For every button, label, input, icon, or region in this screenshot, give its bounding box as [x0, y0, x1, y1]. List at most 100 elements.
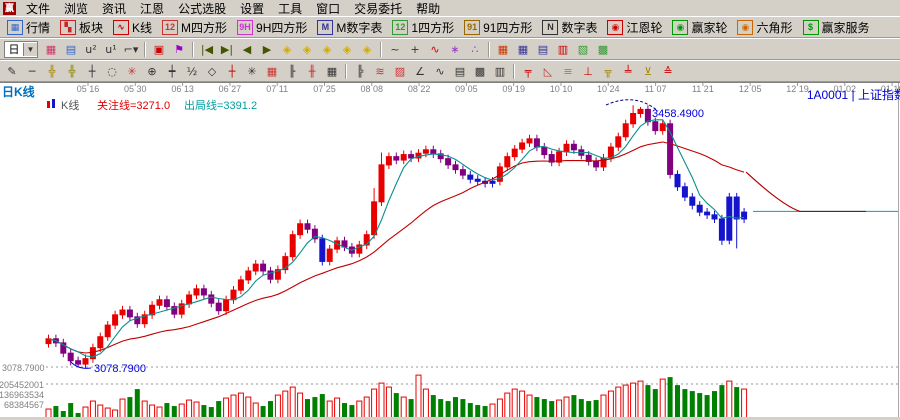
frame-icon[interactable]: ▣ [149, 41, 169, 58]
chevron-down-icon[interactable]: ▼ [23, 42, 37, 56]
cloud-icon[interactable]: ∴ [465, 41, 485, 58]
menu-item-5[interactable]: 公式选股 [171, 0, 233, 18]
half-ratio-icon[interactable]: ½ [182, 63, 202, 80]
candle-body [163, 299, 170, 308]
adjust-half-icon[interactable]: u² [81, 41, 101, 58]
export-icon[interactable]: ▧ [573, 41, 593, 58]
kline-chart[interactable]: 05 16 05 30 06 13 06 27 07 11 07 25 08 08 08 22… [0, 83, 900, 420]
fib-time-icon[interactable]: ╠ [350, 63, 370, 80]
gann-square-icon[interactable]: ╬ [42, 63, 62, 80]
regression-icon[interactable]: ╧ [618, 63, 638, 80]
volume-bar [675, 385, 680, 420]
time-ruler-icon[interactable]: ╟ [282, 63, 302, 80]
candle-body [504, 156, 511, 168]
toolbar-button-quotes[interactable]: ▦ 行情 [2, 17, 55, 38]
nav-first-icon[interactable]: |◀ [197, 41, 217, 58]
gann-fan-icon[interactable]: ✳ [122, 63, 142, 80]
toolbar-button-kline[interactable]: ∿ K线 [108, 17, 157, 38]
menu-item-6[interactable]: 设置 [233, 0, 271, 18]
toolbar-button-gann-wheel[interactable]: ◉ 江恩轮 [602, 17, 667, 38]
diamond-left-icon[interactable]: ◈ [277, 41, 297, 58]
volume-bar [186, 399, 193, 420]
adjust-one-icon[interactable]: u¹ [101, 41, 121, 58]
red-cross-icon[interactable]: ┼ [222, 63, 242, 80]
symbol-label: 1A0001 | 上证指数 [807, 87, 900, 102]
wave-icon[interactable]: ~ [385, 41, 405, 58]
menu-item-9[interactable]: 交易委托 [347, 0, 409, 18]
channel-icon[interactable]: ╦ [598, 63, 618, 80]
toolbar-button-m-number-table[interactable]: M M数字表 [312, 17, 387, 38]
toolbar-button-sectors[interactable]: ▚ 板块 [55, 17, 108, 38]
bar-set-icon[interactable]: ▥ [490, 63, 510, 80]
menu-item-3[interactable]: 资讯 [95, 0, 133, 18]
save-icon[interactable]: ▥ [553, 41, 573, 58]
cycle-arc-icon[interactable]: ◌ [102, 63, 122, 80]
notebook-icon[interactable]: ▤ [533, 41, 553, 58]
candle-body [223, 299, 230, 312]
box-grid-icon[interactable]: ▦ [322, 63, 342, 80]
speed-line-icon[interactable]: ⊥ [578, 63, 598, 80]
toolbar-button-91-square[interactable]: 91 91四方形 [459, 17, 537, 38]
diamond-tool-icon[interactable]: ◇ [202, 63, 222, 80]
flower-icon[interactable]: ∗ [445, 41, 465, 58]
gann-angle-icon[interactable]: ◺ [538, 63, 558, 80]
menu-item-8[interactable]: 窗口 [309, 0, 347, 18]
dense-grid-icon[interactable]: ▩ [470, 63, 490, 80]
zigzag-icon[interactable]: ∿ [425, 41, 445, 58]
menu-item-7[interactable]: 工具 [271, 0, 309, 18]
diamond-up-icon[interactable]: ◈ [317, 41, 337, 58]
angle-tool-icon[interactable]: ∠ [410, 63, 430, 80]
bracket-drop-icon[interactable]: ⌐▾ [121, 41, 141, 58]
golden-section-icon[interactable]: ≡ [558, 63, 578, 80]
toolbar-button-hexagon[interactable]: ◉ 六角形 [732, 17, 797, 38]
nav-last-icon[interactable]: ▶| [217, 41, 237, 58]
volume-bar [460, 399, 466, 420]
toolbar-button-winner-service[interactable]: $ 赢家服务 [798, 17, 875, 38]
wave-tool-icon[interactable]: ∿ [430, 63, 450, 80]
date-label: 11 21 [692, 84, 714, 94]
diamond-right-icon[interactable]: ◈ [297, 41, 317, 58]
service-cart-icon[interactable]: ▩ [593, 41, 613, 58]
circle-cross-icon[interactable]: ⊕ [142, 63, 162, 80]
toolbar-button-9h-square[interactable]: 9H 9H四方形 [232, 17, 312, 38]
diamond-down-icon[interactable]: ◈ [337, 41, 357, 58]
period-select[interactable]: 日 ▼ [4, 40, 38, 58]
toolbar-button-m-square[interactable]: 12 M四方形 [157, 17, 232, 38]
red-grid-icon[interactable]: ▦ [262, 63, 282, 80]
cycle-grid-icon[interactable]: ╫ [302, 63, 322, 80]
kline-icon: ∿ [113, 19, 130, 35]
toolbar-button-1-square[interactable]: 12 1四方形 [387, 17, 459, 38]
star-cycle-icon[interactable]: ✳ [242, 63, 262, 80]
diamond-all-icon[interactable]: ◈ [357, 41, 377, 58]
menu-item-4[interactable]: 江恩 [133, 0, 171, 18]
calculator-icon[interactable]: ▦ [513, 41, 533, 58]
chart-panel-icon[interactable]: ▤ [450, 63, 470, 80]
flag-icon[interactable]: ⚑ [169, 41, 189, 58]
menu-item-10[interactable]: 帮助 [409, 0, 447, 18]
trend-line-icon[interactable]: ─ [22, 63, 42, 80]
gann-square2-icon[interactable]: ╬ [62, 63, 82, 80]
period-value: 日 [8, 44, 20, 56]
pivot-icon[interactable]: ⊻ [638, 63, 658, 80]
grid-line-icon[interactable]: ┿ [162, 63, 182, 80]
candle-body [474, 178, 481, 182]
fan-lines-icon[interactable]: ≙ [658, 63, 678, 80]
candle-body [533, 138, 540, 148]
menu-item-2[interactable]: 浏览 [57, 0, 95, 18]
level-up-icon[interactable]: ╤ [518, 63, 538, 80]
calendar-icon[interactable]: ▦ [493, 41, 513, 58]
toolbar-button-number-table[interactable]: N 数字表 [537, 17, 602, 38]
toolbar-button-winner-wheel[interactable]: ◉ 赢家轮 [667, 17, 732, 38]
nav-prev-icon[interactable]: ◀ [237, 41, 257, 58]
cross-line-icon[interactable]: ┼ [82, 63, 102, 80]
spray-icon[interactable]: ≋ [370, 63, 390, 80]
screen-grid-icon[interactable]: ▦ [41, 41, 61, 58]
winner-wheel-icon: ◉ [672, 19, 689, 35]
menu-item-1[interactable]: 文件 [19, 0, 57, 18]
separator [144, 41, 146, 57]
crosshair-icon[interactable]: + [405, 41, 425, 58]
clipboard-icon[interactable]: ▤ [61, 41, 81, 58]
nav-next-icon[interactable]: ▶ [257, 41, 277, 58]
mask-grid-icon[interactable]: ▨ [390, 63, 410, 80]
pencil-icon[interactable]: ✎ [2, 63, 22, 80]
